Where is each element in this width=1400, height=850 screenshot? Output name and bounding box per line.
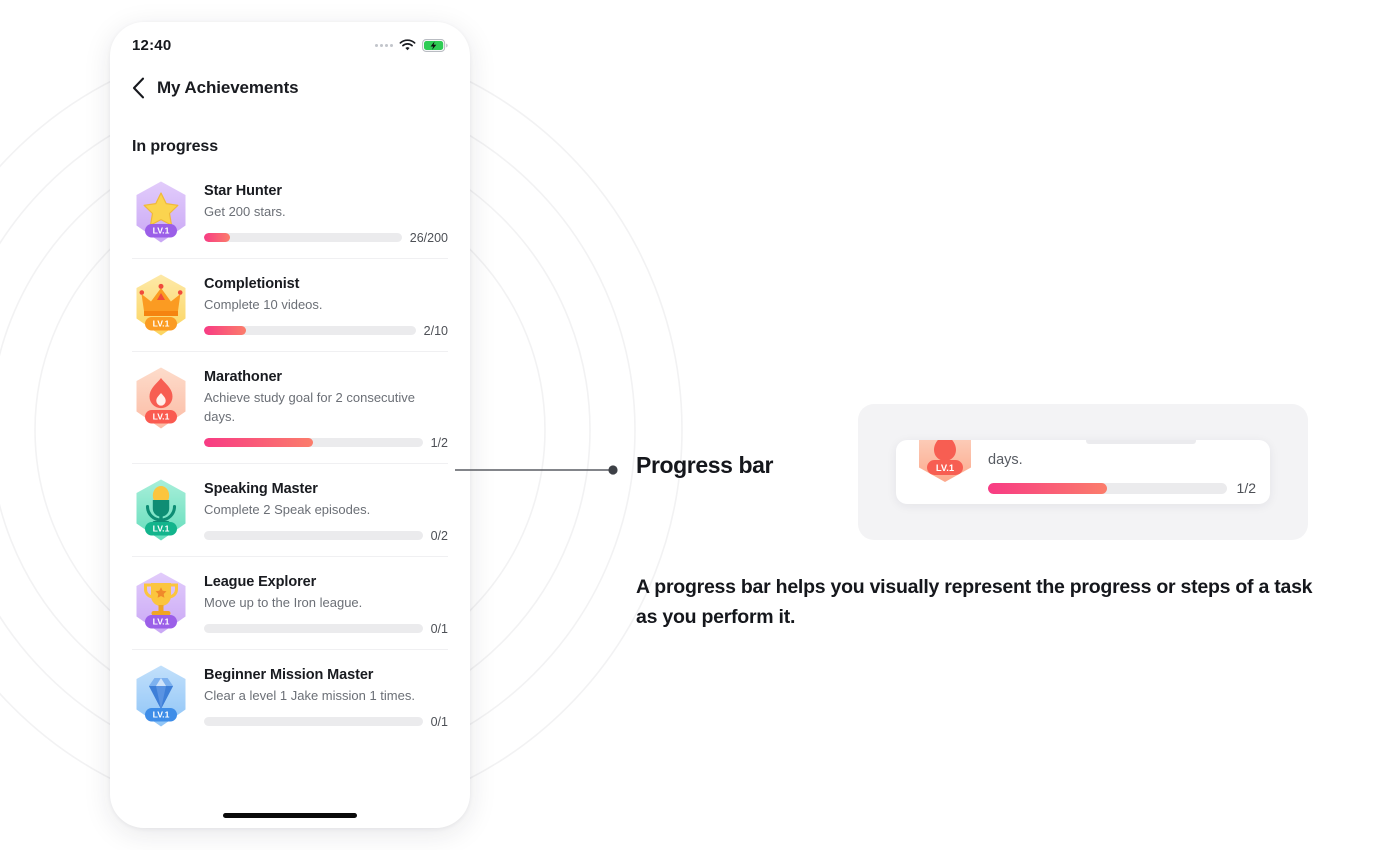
badge-level-label: LV.1 [153,616,170,626]
achievement-description: Get 200 stars. [204,204,286,220]
zoom-progress-bar: 1/2 [988,480,1256,496]
achievement-list: LV.1 Star Hunter Get 200 stars. 26/200 L… [132,166,448,742]
achievement-badge: LV.1 [132,366,190,430]
caption-text: A progress bar helps you visually repres… [636,576,1313,629]
screenshot-stage: 12:40 My Achievements In progress LV.1 S… [0,0,1400,850]
progress-label: 26/200 [409,230,448,245]
achievement-row[interactable]: LV.1 Beginner Mission Master Clear a lev… [132,650,448,742]
progress-label: 0/1 [430,714,448,729]
zoom-progress-track [988,482,1227,494]
home-indicator [223,813,357,818]
progress-bar: 0/1 [204,715,448,729]
achievement-title: League Explorer [204,573,317,590]
achievement-title: Completionist [204,275,300,292]
achievement-text: Completionist Complete 10 videos. 2/10 [204,273,448,338]
zoom-progress-fill [988,482,1108,494]
achievement-row[interactable]: LV.1 Star Hunter Get 200 stars. 26/200 [132,166,448,259]
crown-badge-icon: LV.1 [136,274,186,336]
signal-dots-icon [375,43,393,47]
wifi-icon [399,38,416,50]
achievement-text: Marathoner Achieve study goal for 2 cons… [204,366,448,450]
section-title-in-progress: In progress [132,138,219,155]
achievement-title: Star Hunter [204,183,282,199]
progress-bar: 26/200 [204,231,448,245]
zoom-detail-panel: LV.1 days. 1/2 [858,404,1308,540]
badge-level-label: LV.1 [153,523,170,533]
badge-level-label: LV.1 [153,411,170,421]
progress-bar: 2/10 [204,324,448,338]
achievement-badge: LV.1 [132,180,190,244]
progress-label: 0/2 [430,528,448,543]
progress-fill [204,326,247,336]
progress-track [204,233,402,243]
page-title: My Achievements [157,78,299,97]
achievement-description: Achieve study goal for 2 consecutive day… [204,390,416,424]
achievement-title: Beginner Mission Master [204,666,374,683]
badge-level-label: LV.1 [153,225,170,235]
achievement-badge: LV.1 [132,664,190,728]
achievement-row[interactable]: LV.1 Speaking Master Complete 2 Speak ep… [132,464,448,557]
microphone-badge-icon: LV.1 [136,479,186,541]
phone-mockup: 12:40 My Achievements In progress LV.1 S… [110,22,470,828]
chevron-left-icon[interactable] [132,77,145,99]
progress-bar: 0/1 [204,622,448,636]
status-bar-indicators [375,38,448,52]
achievement-badge: LV.1 [132,571,190,635]
progress-track [204,531,423,541]
achievements-screen-body: In progress LV.1 Star Hunter Get 200 sta… [110,138,470,742]
zoom-detail-card: LV.1 days. 1/2 [896,440,1270,504]
achievement-badge: LV.1 [132,273,190,337]
star-badge-icon: LV.1 [136,181,186,243]
progress-track [204,717,423,727]
achievement-text: Speaking Master Complete 2 Speak episode… [204,478,448,543]
achievement-description: Complete 10 videos. [204,297,323,313]
achievement-row[interactable]: LV.1 League Explorer Move up to the Iron… [132,557,448,650]
zoom-progress-label: 1/2 [1236,480,1256,496]
callout-leader-line [455,465,618,475]
trophy-badge-icon: LV.1 [136,572,186,634]
progress-bar: 1/2 [204,436,448,450]
progress-fill [204,233,230,243]
progress-fill [204,438,314,448]
zoom-description-fragment: days. [988,452,1023,468]
nav-bar: My Achievements [110,62,470,104]
zoom-level-label: LV.1 [936,462,954,473]
diamond-badge-icon: LV.1 [136,665,186,727]
status-bar-time: 12:40 [132,36,172,54]
progress-label: 0/1 [430,621,448,636]
zoom-ghost-text-line [1086,440,1196,444]
achievement-text: League Explorer Move up to the Iron leag… [204,571,448,636]
flame-badge-icon: LV.1 [136,367,186,429]
progress-track [204,624,423,634]
badge-level-label: LV.1 [153,709,170,719]
achievement-description: Move up to the Iron league. [204,594,363,610]
achievement-text: Beginner Mission Master Clear a level 1 … [204,664,448,729]
achievement-row[interactable]: LV.1 Marathoner Achieve study goal for 2… [132,352,448,464]
achievement-badge: LV.1 [132,478,190,542]
achievement-title: Speaking Master [204,480,318,497]
progress-track [204,326,416,336]
flame-badge-icon-zoomed: LV.1 [919,440,971,482]
achievement-description: Complete 2 Speak episodes. [204,501,371,517]
achievement-title: Marathoner [204,368,282,385]
achievement-text: Star Hunter Get 200 stars. 26/200 [204,180,448,245]
progress-label: 2/10 [423,323,448,338]
progress-bar: 0/2 [204,529,448,543]
progress-track [204,438,423,448]
callout-label: Progress bar [636,452,774,478]
status-bar: 12:40 [110,22,470,62]
achievement-row[interactable]: LV.1 Completionist Complete 10 videos. 2… [132,259,448,352]
battery-charging-icon [422,38,448,52]
badge-level-label: LV.1 [153,318,170,328]
progress-label: 1/2 [430,435,448,450]
achievement-description: Clear a level 1 Jake mission 1 times. [204,687,415,703]
